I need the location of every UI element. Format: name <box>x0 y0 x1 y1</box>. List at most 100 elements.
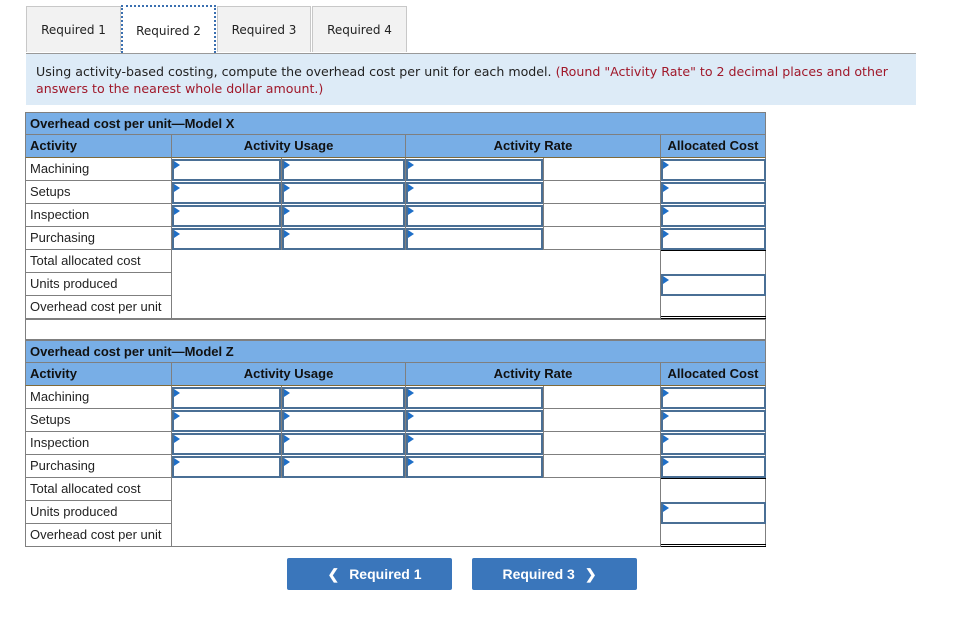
activity-label: Purchasing <box>25 227 171 250</box>
total-underline <box>661 250 766 251</box>
activity-label: Inspection <box>25 432 171 455</box>
allocated-cost-input[interactable] <box>661 433 766 455</box>
activity-row: Inspection <box>25 432 766 455</box>
next-required-3-button[interactable]: Required 3 ❯ <box>472 558 637 590</box>
summary-row: Total allocated cost <box>25 250 766 273</box>
activity-rate-input[interactable] <box>406 410 543 432</box>
total-underline <box>661 478 766 479</box>
table-cell <box>405 409 543 432</box>
allocated-cost-column-header: Allocated Cost <box>660 363 766 386</box>
activity-usage-unit-input[interactable] <box>282 387 405 409</box>
tab-required-3[interactable]: Required 3 <box>217 6 311 52</box>
allocated-cost-input[interactable] <box>661 410 766 432</box>
activity-usage-input[interactable] <box>172 456 281 478</box>
summary-value-cell <box>660 296 766 319</box>
summary-label: Units produced <box>25 273 171 296</box>
tab-required-1[interactable]: Required 1 <box>26 6 121 52</box>
table-cell <box>405 432 543 455</box>
activity-usage-input[interactable] <box>172 410 281 432</box>
activity-usage-unit-input[interactable] <box>282 410 405 432</box>
table-cell <box>171 158 281 181</box>
activity-rate-column-header: Activity Rate <box>405 135 660 158</box>
allocated-cost-input[interactable] <box>661 228 766 250</box>
activity-rate-input[interactable] <box>406 456 543 478</box>
table-cell <box>281 455 405 478</box>
table-cell <box>660 158 766 181</box>
activity-column-header: Activity <box>25 135 171 158</box>
activity-rate-input[interactable] <box>406 182 543 204</box>
activity-usage-unit-input[interactable] <box>282 182 405 204</box>
summary-empty-cell <box>171 296 660 319</box>
instruction-panel: Using activity-based costing, compute th… <box>26 54 916 105</box>
activity-rate-input[interactable] <box>406 387 543 409</box>
summary-row: Units produced <box>25 501 766 524</box>
tab-required-2[interactable]: Required 2 <box>121 5 216 53</box>
activity-usage-unit-input[interactable] <box>282 205 405 227</box>
allocated-cost-input[interactable] <box>661 182 766 204</box>
summary-value-cell <box>660 250 766 273</box>
table-cell <box>660 455 766 478</box>
activity-usage-input[interactable] <box>172 159 281 181</box>
activity-rate-column-header: Activity Rate <box>405 363 660 386</box>
table-cell <box>543 158 660 181</box>
summary-value-cell <box>660 524 766 547</box>
next-button-label: Required 3 <box>502 566 575 582</box>
allocated-cost-column-header: Allocated Cost <box>660 135 766 158</box>
activity-usage-unit-input[interactable] <box>282 433 405 455</box>
prev-required-1-button[interactable]: ❮ Required 1 <box>287 558 452 590</box>
allocated-cost-input[interactable] <box>661 387 766 409</box>
table-cell <box>405 204 543 227</box>
activity-rate-input[interactable] <box>406 205 543 227</box>
summary-empty-cell <box>171 501 660 524</box>
table-cell <box>660 409 766 432</box>
activity-row: Setups <box>25 409 766 432</box>
summary-row: Overhead cost per unit <box>25 524 766 547</box>
summary-label: Units produced <box>25 501 171 524</box>
table-cell <box>171 181 281 204</box>
table-cell <box>660 227 766 250</box>
activity-column-header: Activity <box>25 363 171 386</box>
activity-usage-input[interactable] <box>172 228 281 250</box>
activity-usage-input[interactable] <box>172 205 281 227</box>
table-cell <box>660 181 766 204</box>
activity-label: Purchasing <box>25 455 171 478</box>
table-cell <box>405 158 543 181</box>
table-cell <box>543 455 660 478</box>
table-cell <box>660 204 766 227</box>
activity-usage-column-header: Activity Usage <box>171 363 405 386</box>
table-cell <box>543 227 660 250</box>
table-cell <box>281 432 405 455</box>
table-cell <box>543 409 660 432</box>
summary-row: Total allocated cost <box>25 478 766 501</box>
table-spacer-row <box>25 319 766 340</box>
activity-usage-input[interactable] <box>172 182 281 204</box>
table-cell <box>543 432 660 455</box>
activity-usage-input[interactable] <box>172 433 281 455</box>
activity-rate-input[interactable] <box>406 433 543 455</box>
units-produced-input[interactable] <box>661 274 766 296</box>
activity-rate-input[interactable] <box>406 228 543 250</box>
activity-label: Setups <box>25 181 171 204</box>
summary-value-cell <box>660 478 766 501</box>
activity-label: Inspection <box>25 204 171 227</box>
activity-label: Machining <box>25 386 171 409</box>
activity-rate-input[interactable] <box>406 159 543 181</box>
tab-required-4[interactable]: Required 4 <box>312 6 407 52</box>
activity-usage-input[interactable] <box>172 387 281 409</box>
units-produced-input[interactable] <box>661 502 766 524</box>
activity-usage-unit-input[interactable] <box>282 456 405 478</box>
table-cell <box>281 227 405 250</box>
allocated-cost-input[interactable] <box>661 205 766 227</box>
table-cell <box>281 181 405 204</box>
activity-usage-unit-input[interactable] <box>282 228 405 250</box>
chevron-left-icon: ❮ <box>327 566 340 582</box>
table-cell <box>171 409 281 432</box>
activity-label: Setups <box>25 409 171 432</box>
table-cell <box>660 432 766 455</box>
activity-row: Inspection <box>25 204 766 227</box>
activity-usage-unit-input[interactable] <box>282 159 405 181</box>
activity-usage-column-header: Activity Usage <box>171 135 405 158</box>
summary-value-cell <box>660 273 766 296</box>
allocated-cost-input[interactable] <box>661 456 766 478</box>
allocated-cost-input[interactable] <box>661 159 766 181</box>
